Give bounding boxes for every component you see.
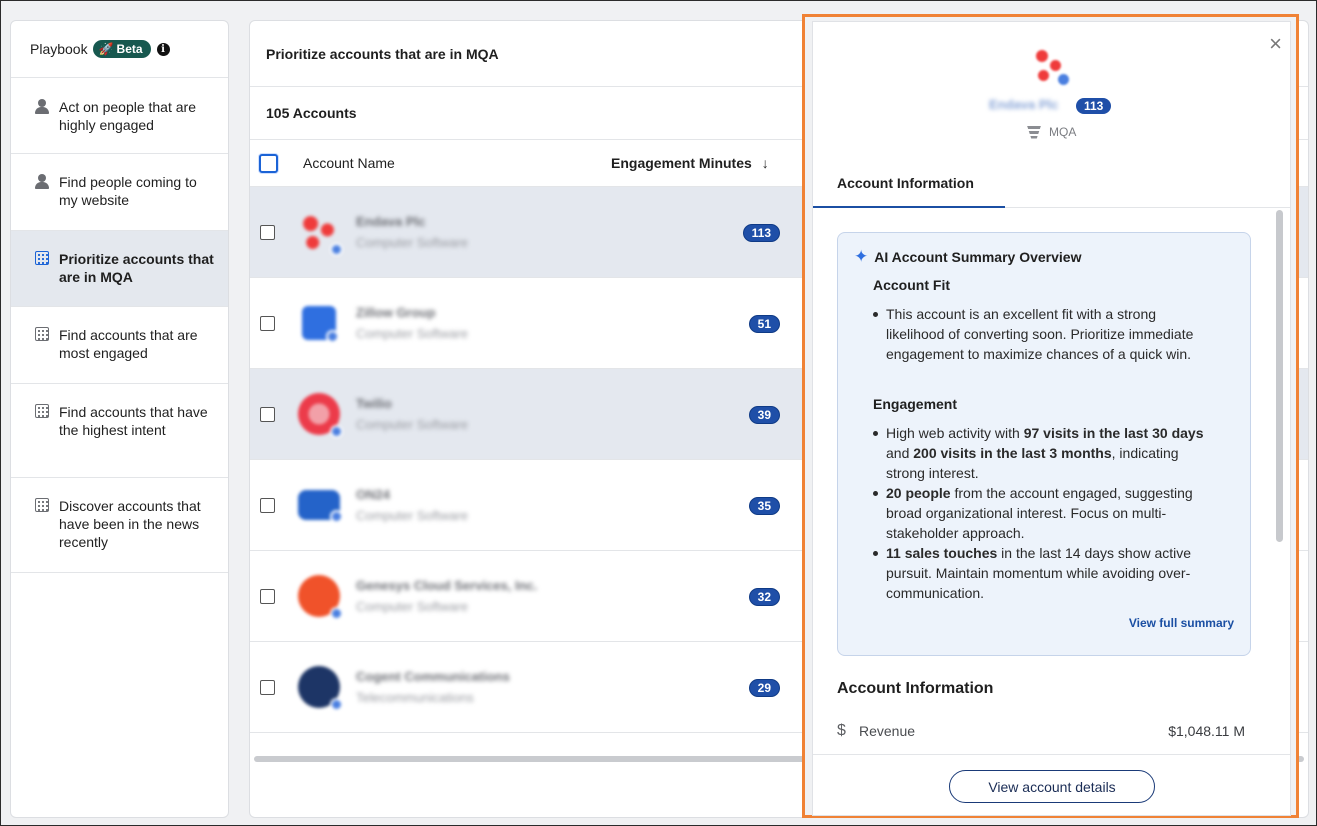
account-name[interactable]: Zillow Group	[356, 305, 435, 320]
building-icon	[35, 498, 51, 516]
view-account-details-button[interactable]: View account details	[949, 770, 1155, 803]
revenue-row: $ Revenue $1,048.11 M	[837, 722, 1245, 740]
row-checkbox[interactable]	[260, 225, 275, 240]
account-industry: Computer Software	[356, 235, 468, 250]
vertical-scrollbar[interactable]	[1276, 210, 1283, 542]
account-name[interactable]: Endava Plc	[356, 214, 425, 229]
sidebar-item-label: Act on people that are highly engaged	[59, 99, 196, 133]
panel-tabs: Account Information	[813, 160, 1290, 208]
dollar-icon: $	[837, 722, 846, 739]
funnel-icon	[1027, 125, 1041, 139]
sidebar-item-label: Find accounts that are most engaged	[59, 327, 198, 361]
playbook-title: Playbook	[30, 41, 88, 57]
account-industry: Computer Software	[356, 326, 468, 341]
account-name: Endava Plc	[989, 97, 1059, 112]
account-logo	[1034, 48, 1070, 88]
close-icon[interactable]: ×	[1267, 33, 1284, 55]
account-logo	[298, 393, 343, 438]
account-fit-list: This account is an excellent fit with a …	[873, 304, 1216, 364]
ai-summary-card: ✦ AI Account Summary Overview Account Fi…	[837, 232, 1251, 656]
sidebar-item-website-visitors[interactable]: Find people coming to my website	[11, 154, 228, 231]
column-engagement-minutes[interactable]: Engagement Minutes ↓	[611, 155, 769, 171]
revenue-label: Revenue	[859, 723, 916, 739]
list-item: This account is an excellent fit with a …	[873, 304, 1216, 364]
beta-label: Beta	[116, 42, 143, 56]
panel-footer: View account details	[813, 754, 1290, 815]
engagement-minutes-badge: 113	[1076, 98, 1112, 114]
engagement-minutes-badge: 29	[748, 679, 780, 697]
select-all-checkbox[interactable]	[259, 153, 278, 173]
sidebar-item-label: Prioritize accounts that are in MQA	[59, 251, 214, 285]
tab-account-information[interactable]: Account Information	[813, 160, 1005, 208]
playbook-sidebar: Playbook 🚀 Beta i Act on people that are…	[10, 20, 229, 818]
info-icon[interactable]: i	[156, 42, 170, 56]
view-full-summary-link[interactable]: View full summary	[1129, 616, 1234, 630]
stage-label: MQA	[1049, 125, 1077, 139]
engagement-minutes-badge: 35	[748, 497, 780, 515]
row-checkbox[interactable]	[260, 316, 275, 331]
list-item: High web activity with 97 visits in the …	[873, 423, 1216, 483]
engagement-minutes-badge: 113	[742, 224, 780, 242]
playbook-header: Playbook 🚀 Beta i	[11, 21, 228, 78]
sidebar-item-label: Find accounts that have the highest inte…	[59, 404, 208, 438]
account-name[interactable]: Cogent Communications	[356, 669, 510, 684]
building-icon	[35, 327, 51, 345]
engagement-list: High web activity with 97 visits in the …	[873, 423, 1216, 603]
account-logo	[302, 306, 339, 343]
engagement-heading: Engagement	[873, 396, 958, 412]
building-icon	[35, 251, 51, 269]
account-logo	[298, 490, 343, 523]
arrow-down-icon: ↓	[761, 155, 769, 171]
sidebar-item-highest-intent-accounts[interactable]: Find accounts that have the highest inte…	[11, 384, 228, 478]
account-stage: MQA	[1027, 125, 1076, 139]
sidebar-item-label: Find people coming to my website	[59, 174, 197, 208]
person-icon	[35, 174, 51, 194]
sidebar-item-news-accounts[interactable]: Discover accounts that have been in the …	[11, 478, 228, 573]
sparkle-icon: ✦	[854, 247, 869, 266]
person-icon	[35, 99, 51, 119]
engagement-minutes-badge: 51	[748, 315, 780, 333]
row-checkbox[interactable]	[260, 589, 275, 604]
column-engagement-label: Engagement Minutes	[611, 155, 752, 171]
sidebar-item-mqa-accounts[interactable]: Prioritize accounts that are in MQA	[11, 231, 228, 307]
account-industry: Computer Software	[356, 417, 468, 432]
building-icon	[35, 404, 51, 422]
ai-summary-title: ✦ AI Account Summary Overview	[854, 247, 1082, 266]
sidebar-item-label: Discover accounts that have been in the …	[59, 498, 201, 550]
engagement-minutes-badge: 39	[748, 406, 780, 424]
account-industry: Telecommunications	[356, 690, 474, 705]
sidebar-item-highly-engaged-people[interactable]: Act on people that are highly engaged	[11, 78, 228, 154]
account-industry: Computer Software	[356, 599, 468, 614]
row-checkbox[interactable]	[260, 407, 275, 422]
list-item: 11 sales touches in the last 14 days sho…	[873, 543, 1216, 603]
account-information-heading: Account Information	[837, 680, 994, 697]
account-detail-panel: × Endava Plc 113 MQA Account Information…	[812, 21, 1291, 816]
account-name[interactable]: Twilio	[356, 396, 392, 411]
account-industry: Computer Software	[356, 508, 468, 523]
list-item: 20 people from the account engaged, sugg…	[873, 483, 1216, 543]
ai-summary-title-text: AI Account Summary Overview	[874, 249, 1082, 265]
row-checkbox[interactable]	[260, 498, 275, 513]
column-account-name[interactable]: Account Name	[303, 155, 395, 171]
account-logo	[298, 575, 343, 620]
revenue-value: $1,048.11 M	[1168, 723, 1245, 739]
account-name[interactable]: Genesys Cloud Services, Inc.	[356, 578, 537, 593]
sidebar-item-most-engaged-accounts[interactable]: Find accounts that are most engaged	[11, 307, 228, 384]
account-name[interactable]: ON24	[356, 487, 390, 502]
account-fit-heading: Account Fit	[873, 277, 950, 293]
beta-badge: 🚀 Beta	[92, 40, 151, 58]
row-checkbox[interactable]	[260, 680, 275, 695]
engagement-minutes-badge: 32	[748, 588, 780, 606]
rocket-icon: 🚀	[98, 42, 114, 56]
account-logo	[298, 666, 343, 711]
account-logo	[298, 211, 343, 256]
